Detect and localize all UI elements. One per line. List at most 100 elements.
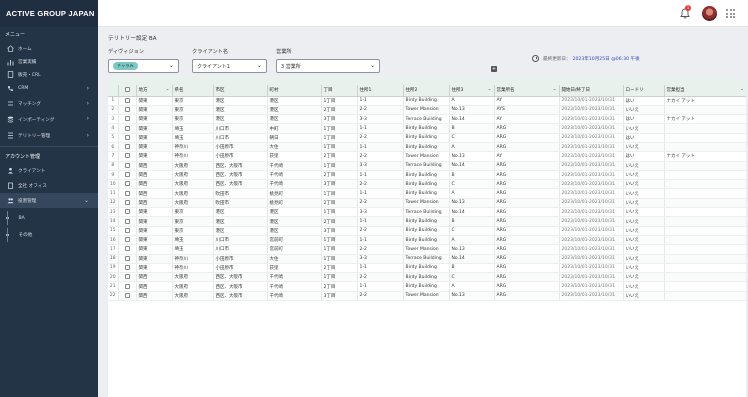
row-checkbox[interactable] [117, 226, 136, 236]
table-cell[interactable]: はい [622, 151, 664, 162]
table-cell[interactable]: ARG [493, 207, 559, 218]
table-cell[interactable]: 1丁目 [320, 188, 357, 199]
table-cell[interactable]: A [448, 188, 494, 199]
table-cell[interactable]: 小田原市 [212, 142, 267, 153]
table-cell[interactable]: 3-3 [356, 254, 403, 264]
table-cell[interactable]: 東京 [171, 226, 213, 236]
table-cell[interactable] [663, 244, 746, 255]
table-cell[interactable]: 1丁目 [320, 96, 357, 106]
table-cell[interactable]: 川口市 [212, 123, 267, 134]
table-cell[interactable]: C [448, 226, 494, 236]
table-cell[interactable]: 3丁目 [320, 291, 357, 302]
table-cell[interactable]: 大阪府 [171, 198, 213, 209]
table-cell[interactable]: 2023/10/01-2023/10/31 [558, 105, 623, 116]
sidebar-item-crl[interactable]: 販売・CRL [0, 68, 98, 81]
table-cell[interactable]: 2023/10/01-2023/10/31 [558, 170, 623, 181]
table-cell[interactable]: 2023/10/01-2023/10/31 [558, 254, 623, 264]
table-cell[interactable]: 小田原市 [212, 254, 267, 264]
table-cell[interactable]: 東京 [171, 96, 213, 106]
table-cell[interactable]: 港区 [212, 114, 267, 125]
table-cell[interactable]: 港区 [212, 226, 267, 236]
table-row[interactable]: 10 関西 大阪府 西区、大阪市 千代崎 3丁目 2-2 Birdy Building C ARG… [108, 179, 746, 190]
table-cell[interactable] [663, 272, 746, 283]
table-cell[interactable]: A [448, 142, 494, 153]
table-cell[interactable]: Birdy Building [402, 281, 449, 292]
table-cell[interactable]: 西区、大阪市 [212, 179, 267, 190]
table-cell[interactable] [663, 235, 746, 246]
table-cell[interactable]: 吹田市 [212, 188, 267, 199]
table-cell[interactable]: 大阪府 [171, 188, 213, 199]
table-cell[interactable]: 荻窪 [266, 263, 321, 274]
table-cell[interactable]: 1-1 [356, 216, 403, 227]
table-cell[interactable]: 2023/10/01-2023/10/31 [558, 133, 623, 144]
table-cell[interactable]: Birdy Building [402, 235, 449, 246]
table-cell[interactable]: 小田原市 [212, 263, 267, 274]
table-cell[interactable]: 2丁目 [320, 105, 357, 116]
table-cell[interactable]: 西区、大阪市 [212, 272, 267, 283]
table-row[interactable]: 21 関西 大阪府 西区、大阪市 千代崎 2丁目 1-1 Birdy Building A ARG… [108, 281, 746, 292]
table-cell[interactable]: 大阪府 [171, 179, 213, 190]
table-cell[interactable]: Birdy Building [402, 188, 449, 199]
table-cell[interactable]: 関西 [135, 179, 172, 190]
division-chip[interactable]: チャラみ [113, 62, 138, 70]
table-cell[interactable]: 吹田市 [212, 198, 267, 209]
table-cell[interactable]: いいえ [622, 281, 664, 292]
table-row[interactable]: 9 関西 大阪府 西区、大阪市 千代崎 2丁目 1-1 Birdy Building B ARG 2… [108, 170, 746, 181]
table-cell[interactable] [663, 105, 746, 116]
table-row[interactable]: 5 関東 埼玉 川口市 朝日 1丁目 2-2 Birdy Building C ARG 2023/1… [108, 133, 746, 144]
row-checkbox[interactable] [117, 216, 136, 227]
table-cell[interactable]: AY [493, 96, 559, 106]
table-cell[interactable]: Tower Mansion [402, 198, 449, 209]
table-cell[interactable]: 1-1 [356, 123, 403, 134]
table-cell[interactable]: 関西 [135, 291, 172, 302]
sidebar-item-crm[interactable]: CRM › [0, 81, 98, 96]
table-cell[interactable]: 関東 [135, 216, 172, 227]
table-cell[interactable]: 埼玉 [171, 133, 213, 144]
table-cell[interactable]: 千代崎 [266, 272, 321, 283]
table-cell[interactable]: いいえ [622, 216, 664, 227]
table-cell[interactable] [663, 123, 746, 134]
table-cell[interactable]: 朝日 [266, 133, 321, 144]
table-row[interactable]: 18 関東 神奈川 小田原市 大住 1丁目 3-3 Terrace Building No.14… [108, 254, 746, 264]
table-cell[interactable]: 1丁目 [320, 142, 357, 153]
table-cell[interactable]: Birdy Building [402, 263, 449, 274]
table-cell[interactable]: はい [622, 114, 664, 125]
table-cell[interactable]: いいえ [622, 272, 664, 283]
table-cell[interactable]: ARG [493, 226, 559, 236]
column-header[interactable]: 営業所名 ⌄ [493, 85, 559, 97]
table-row[interactable]: 11 関西 大阪府 吹田市 桃見町 1丁目 1-1 Birdy Building A ARG 202… [108, 188, 746, 199]
table-cell[interactable]: ARG [493, 263, 559, 274]
table-cell[interactable]: 西区、大阪市 [212, 170, 267, 181]
table-cell[interactable]: ナカイ アット [663, 114, 746, 125]
table-cell[interactable]: 西区、大阪市 [212, 281, 267, 292]
table-cell[interactable] [663, 188, 746, 199]
table-cell[interactable]: 中町 [266, 123, 321, 134]
table-row[interactable]: 6 関東 神奈川 小田原市 大住 1丁目 1-1 Birdy Building A ARG 2023… [108, 142, 746, 153]
table-cell[interactable]: 大住 [266, 254, 321, 264]
table-cell[interactable]: Birdy Building [402, 142, 449, 153]
table-cell[interactable]: Terrace Building [402, 161, 449, 171]
table-cell[interactable] [663, 254, 746, 264]
table-cell[interactable]: 関東 [135, 105, 172, 116]
table-cell[interactable]: 川口市 [212, 133, 267, 144]
table-cell[interactable]: 2023/10/01-2023/10/31 [558, 263, 623, 274]
table-cell[interactable]: 千代崎 [266, 281, 321, 292]
table-cell[interactable]: 1丁目 [320, 272, 357, 283]
table-cell[interactable]: Tower Mansion [402, 151, 449, 162]
table-cell[interactable]: 埼玉 [171, 123, 213, 134]
table-row[interactable]: 7 関東 神奈川 小田原市 荻窪 2丁目 2-2 Tower Mansion No.13 AY 20… [108, 151, 746, 162]
row-checkbox[interactable] [117, 179, 136, 190]
table-cell[interactable]: 1丁目 [320, 254, 357, 264]
table-cell[interactable]: ARG [493, 198, 559, 209]
table-cell[interactable]: 2丁目 [320, 263, 357, 274]
table-cell[interactable]: はい [622, 96, 664, 106]
table-cell[interactable]: いいえ [622, 123, 664, 134]
table-cell[interactable]: 2丁目 [320, 216, 357, 227]
table-row[interactable]: 2 関東 東京 港区 港区 2丁目 2-2 Tower Mansion No.13 AYS 2023… [108, 105, 746, 116]
column-header[interactable]: 住所2 [402, 85, 449, 97]
table-cell[interactable]: 関西 [135, 272, 172, 283]
table-cell[interactable]: ARG [493, 291, 559, 302]
table-cell[interactable]: 1丁目 [320, 123, 357, 134]
table-cell[interactable]: いいえ [622, 161, 664, 171]
table-row[interactable]: 3 関東 東京 港区 港区 3丁目 3-3 Terrace Building No.14 AY 20… [108, 114, 746, 125]
